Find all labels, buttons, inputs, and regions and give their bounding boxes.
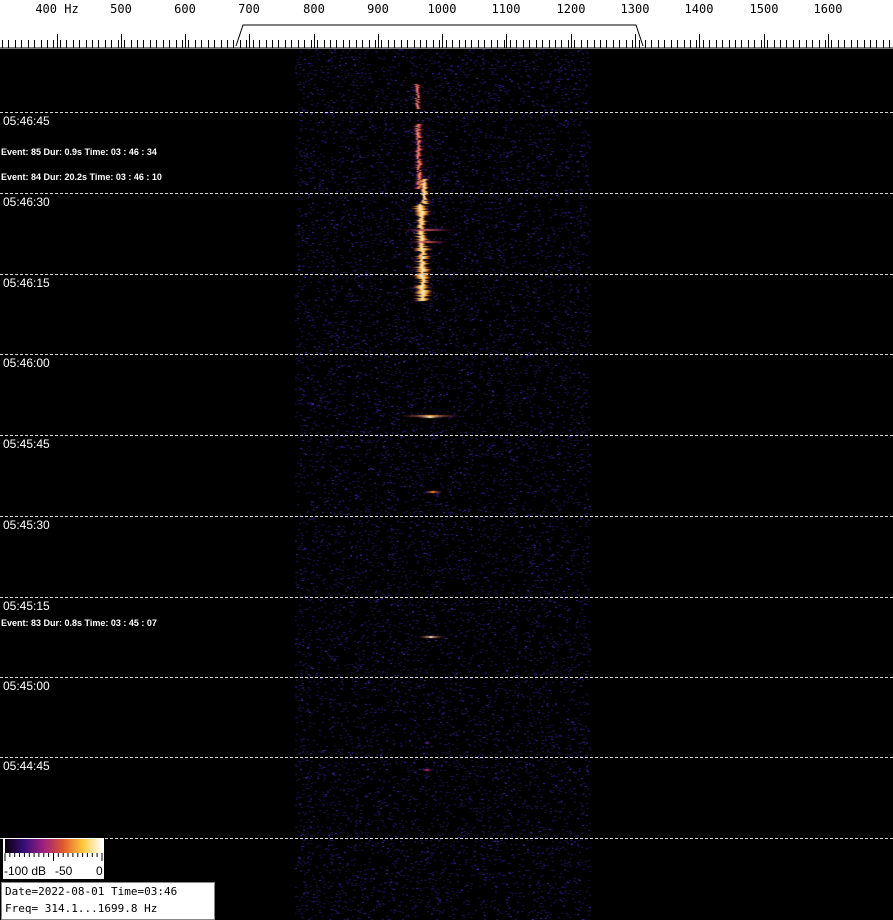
- time-label: 05:45:45: [3, 437, 50, 451]
- color-scale-max-label: 0: [96, 864, 103, 878]
- hz-label-600: 600: [174, 2, 196, 16]
- hz-label-1100: 1100: [491, 2, 521, 16]
- time-label: 05:45:00: [3, 679, 50, 693]
- event-label: Event: 85 Dur: 0.9s Time: 03 : 46 : 34: [1, 147, 157, 157]
- time-gridline: [0, 597, 893, 598]
- time-label: 05:46:00: [3, 356, 50, 370]
- hz-label-900: 900: [367, 2, 389, 16]
- color-scale-gradient: [5, 839, 102, 853]
- date-time-readout: Date=2022-08-01 Time=03:46: [5, 885, 178, 898]
- time-gridline: [0, 757, 893, 758]
- time-gridline: [0, 193, 893, 194]
- frequency-range-readout: Freq= 314.1...1699.8 Hz: [5, 902, 158, 915]
- time-gridline: [0, 112, 893, 113]
- hz-label-700: 700: [238, 2, 260, 16]
- color-scale: -100 dB -50 0: [3, 838, 104, 879]
- event-label: Event: 84 Dur: 20.2s Time: 03 : 46 : 10: [1, 172, 162, 182]
- time-label: 05:45:30: [3, 518, 50, 532]
- frequency-ruler: 400 Hz 500 600 700 800 900 1000 1100 120…: [0, 0, 893, 49]
- time-label: 05:46:15: [3, 276, 50, 290]
- hz-label-400: 400 Hz: [35, 2, 79, 16]
- time-gridline: [0, 516, 893, 517]
- hz-label-1300: 1300: [620, 2, 650, 16]
- hz-label-1600: 1600: [813, 2, 843, 16]
- waterfall-spectrogram[interactable]: 05:46:45 05:46:30 05:46:15 05:46:00 05:4…: [0, 49, 893, 920]
- hz-label-1400: 1400: [684, 2, 714, 16]
- time-gridline: [0, 838, 893, 839]
- event-label: Event: 83 Dur: 0.8s Time: 03 : 45 : 07: [1, 618, 157, 628]
- time-gridline: [0, 354, 893, 355]
- color-scale-ticks: [4, 853, 103, 861]
- time-label: 05:46:45: [3, 114, 50, 128]
- time-label: 05:45:15: [3, 599, 50, 613]
- time-gridline: [0, 435, 893, 436]
- color-scale-min-label: -100 dB: [4, 864, 47, 878]
- time-gridline: [0, 677, 893, 678]
- time-gridline: [0, 274, 893, 275]
- color-scale-mid-label: -50: [55, 864, 73, 878]
- hz-label-1200: 1200: [556, 2, 586, 16]
- time-label: 05:46:30: [3, 195, 50, 209]
- hz-label-500: 500: [110, 2, 132, 16]
- time-label: 05:44:45: [3, 759, 50, 773]
- hz-label-1500: 1500: [749, 2, 779, 16]
- hz-label-800: 800: [303, 2, 325, 16]
- hz-label-1000: 1000: [427, 2, 457, 16]
- info-box: Date=2022-08-01 Time=03:46 Freq= 314.1..…: [1, 882, 215, 920]
